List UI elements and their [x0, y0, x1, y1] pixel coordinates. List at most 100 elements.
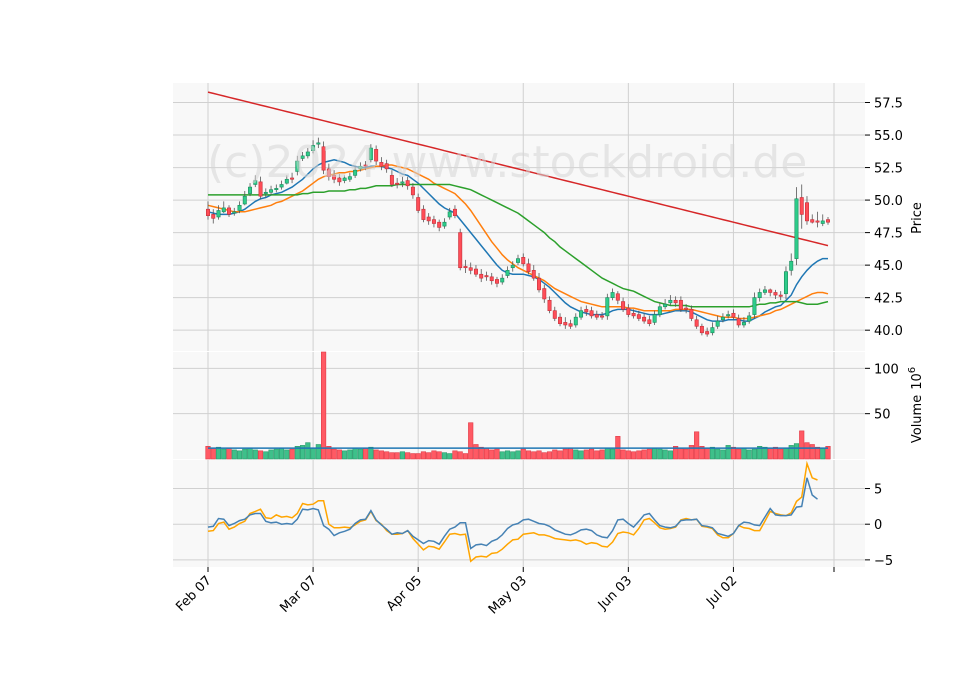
candle-body [416, 197, 421, 211]
candle-body [752, 297, 757, 315]
candle-body [805, 202, 809, 222]
candle-body [521, 257, 526, 265]
chart-figure: (c)2024 www.stockdroid.de 40.0 42.5 45.0 47… [0, 0, 960, 690]
volume-bar [709, 446, 715, 460]
candle-body [778, 294, 783, 297]
price-tick-label: 55.0 [874, 129, 903, 144]
volume-bar [510, 451, 516, 460]
volume-bar [746, 449, 752, 460]
candle-body [500, 277, 505, 283]
volume-bar [683, 448, 689, 460]
volume-bar [447, 453, 453, 460]
volume-bar [715, 448, 721, 460]
candle-body [736, 318, 741, 326]
candle-body [452, 208, 457, 216]
candle-body [447, 211, 452, 218]
volume-bar [552, 449, 558, 460]
volume-bar [410, 453, 416, 460]
volume-bar [357, 448, 363, 460]
volume-tick-label: 100 [874, 362, 899, 377]
candle-body [426, 216, 431, 222]
volume-bar [215, 446, 222, 460]
volume-bar [405, 452, 411, 460]
volume-axis-title-base: 10 [910, 373, 925, 390]
price-tick-label: 42.5 [874, 292, 903, 307]
volume-bar [588, 448, 595, 460]
candle-body [726, 314, 731, 317]
candle-body [710, 327, 715, 334]
volume-bar [236, 450, 243, 460]
candle-body [537, 277, 541, 291]
price-tick-label: 40.0 [874, 324, 903, 339]
volume-bar [594, 450, 600, 460]
candle-body [573, 316, 578, 326]
volume-bar [321, 351, 327, 460]
volume-bar [631, 451, 637, 460]
oscillator-tick-label: 5 [874, 483, 882, 498]
candle-body [684, 307, 689, 310]
volume-bar [599, 449, 605, 460]
volume-bar [368, 446, 374, 460]
candle-body [531, 270, 536, 279]
candle-body [626, 307, 631, 315]
candle-body [526, 263, 531, 272]
volume-bar [257, 450, 264, 460]
volume-bar [610, 448, 616, 460]
volume-bar [562, 448, 568, 460]
volume-bar [305, 442, 311, 460]
candle-body [463, 266, 468, 269]
volume-bar [431, 450, 437, 460]
volume-bar [394, 452, 400, 460]
candle-body [720, 316, 725, 321]
candle-body [783, 271, 788, 295]
volume-bar [657, 448, 663, 460]
candle-body [552, 310, 557, 319]
candle-body [621, 301, 626, 310]
volume-bar [489, 449, 495, 460]
volume-bar [678, 447, 684, 460]
volume-bar [694, 431, 700, 460]
candle-body [610, 292, 615, 298]
candle-body [731, 312, 736, 318]
volume-axis-title: Volume 106 [907, 367, 925, 443]
candle-body [600, 315, 605, 318]
candle-body [715, 320, 720, 327]
volume-bar [373, 449, 379, 460]
volume-bar [793, 443, 800, 460]
candle-body [484, 275, 489, 278]
price-tick-label: 57.5 [874, 97, 903, 112]
volume-bar [315, 444, 321, 460]
volume-bar [730, 446, 736, 460]
volume-bar [231, 449, 237, 460]
candle-body [652, 314, 657, 323]
candle-body [431, 219, 436, 224]
volume-bar [536, 450, 542, 460]
volume-bar [809, 444, 815, 460]
candle-body [799, 197, 804, 215]
volume-bar [452, 450, 458, 460]
volume-bar [814, 446, 821, 460]
volume-bar [641, 449, 647, 460]
candle-body [694, 319, 699, 327]
candle-body [421, 208, 426, 220]
candle-body [248, 186, 253, 194]
candle-body [516, 258, 520, 263]
price-panel-background [173, 83, 865, 351]
candle-body [741, 322, 746, 326]
candle-body [768, 289, 773, 293]
volume-bar [457, 451, 463, 460]
candle-body [689, 309, 694, 319]
volume-bar [310, 447, 316, 460]
volume-bar [504, 450, 511, 460]
candle-body [558, 316, 563, 324]
candle-body [510, 264, 515, 269]
candle-body [568, 323, 573, 327]
volume-bar [342, 450, 348, 460]
volume-bar [620, 449, 626, 460]
volume-bar [799, 430, 805, 460]
volume-bar [762, 446, 768, 460]
volume-bar [646, 448, 652, 460]
price-tick-label: 47.5 [874, 227, 903, 242]
candle-body [657, 306, 662, 315]
candle-body [647, 319, 652, 324]
